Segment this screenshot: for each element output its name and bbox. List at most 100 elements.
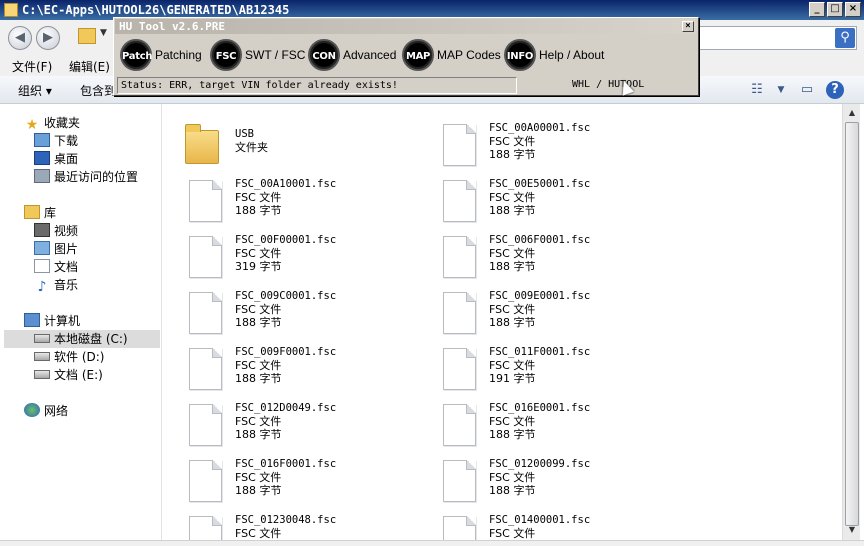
include-in-library-button[interactable]: 包含到 [80,82,116,99]
hutool-close-button[interactable]: × [682,21,694,32]
nav-drive-d[interactable]: 软件 (D:) [34,348,104,366]
nav-videos[interactable]: 视频 [34,222,78,240]
file-name: FSC_006F0001.fsc [489,234,591,246]
music-icon: ♪ [37,279,47,295]
file-size: 319 字节 [235,260,282,273]
scroll-down-icon[interactable]: ▼ [844,522,860,538]
help-icon[interactable]: ? [826,81,844,99]
file-type: FSC 文件 [489,527,536,540]
nav-pictures[interactable]: 图片 [34,240,78,258]
help-about-button[interactable]: INFO Help / About [504,38,604,72]
close-button[interactable]: × [845,2,861,17]
file-item[interactable]: FSC_01230048.fscFSC 文件188 字节 [163,512,413,540]
file-type: FSC 文件 [489,247,536,260]
address-folder-icon [78,28,96,44]
desktop-icon [34,151,50,165]
document-icon [34,259,50,273]
preview-pane-icon[interactable]: ▭ [798,81,816,99]
file-type: FSC 文件 [235,247,282,260]
nav-label: 图片 [54,242,79,256]
map-codes-button[interactable]: MAP MAP Codes [402,38,501,72]
nav-network[interactable]: 网络 [24,402,68,420]
nav-favorites[interactable]: ★ 收藏夹 [24,114,80,132]
nav-local-disk-c[interactable]: 本地磁盘 (C:) [4,330,160,348]
recent-places-icon [34,169,50,183]
hutool-titlebar: HU Tool v2.6.PRE × [115,19,697,34]
file-size: 188 字节 [235,484,282,497]
minimize-button[interactable]: _ [809,2,825,17]
file-item[interactable]: FSC_012D0049.fsc FSC 文件 188 字节 [163,400,413,452]
file-icon [443,236,476,278]
file-item[interactable]: FSC_01200099.fsc FSC 文件 188 字节 [417,456,667,508]
file-item[interactable]: FSC_00A10001.fsc FSC 文件 188 字节 [163,176,413,228]
menu-edit[interactable]: 编辑(E) [69,58,110,75]
library-icon [24,205,40,219]
drive-icon [34,334,50,343]
nav-recent[interactable]: 最近访问的位置 [34,168,138,186]
nav-music[interactable]: ♪ 音乐 [34,276,78,294]
file-size: 188 字节 [235,204,282,217]
file-name: FSC_012D0049.fsc [235,402,337,414]
file-item[interactable]: FSC_006F0001.fsc FSC 文件 188 字节 [417,232,667,284]
file-size: 191 字节 [489,372,536,385]
view-options-icon[interactable]: ☷ [748,81,766,99]
nav-documents[interactable]: 文档 [34,258,78,276]
swt-fsc-button[interactable]: FSC SWT / FSC [210,38,305,72]
nav-computer[interactable]: 计算机 [24,312,80,330]
advanced-button[interactable]: CON Advanced [308,38,396,72]
file-item[interactable]: FSC_00E50001.fsc FSC 文件 188 字节 [417,176,667,228]
navigation-pane: ★ 收藏夹 下载 桌面 最近访问的位置 库 视频 图片 文档 ♪ 音乐 计算机 本地… [0,104,162,540]
button-label: Patching [155,48,202,62]
file-item[interactable]: FSC_01400001.fscFSC 文件191 字节 [417,512,667,540]
file-type: FSC 文件 [489,135,536,148]
folder-icon [4,3,18,17]
file-item[interactable]: FSC_009F0001.fsc FSC 文件 188 字节 [163,344,413,396]
file-name: FSC_009F0001.fsc [235,346,337,358]
nav-label: 文档 (E:) [54,368,103,382]
star-icon: ★ [25,117,39,133]
file-name: FSC_009E0001.fsc [489,290,591,302]
file-item[interactable]: FSC_009E0001.fsc FSC 文件 188 字节 [417,288,667,340]
file-size: 188 字节 [235,428,282,441]
back-button[interactable]: ◀ [8,26,32,50]
organize-button[interactable]: 组织 ▾ [18,82,52,99]
menu-file[interactable]: 文件(F) [12,58,52,75]
file-item[interactable]: FSC_016F0001.fsc FSC 文件 188 字节 [163,456,413,508]
file-name: FSC_01230048.fsc [235,514,337,526]
button-label: Advanced [343,48,397,62]
forward-button[interactable]: ▶ [36,26,60,50]
scrollbar-thumb[interactable] [845,122,859,526]
nav-downloads[interactable]: 下载 [34,132,78,150]
file-item[interactable]: FSC_016E0001.fsc FSC 文件 188 字节 [417,400,667,452]
file-name: FSC_00F00001.fsc [235,234,337,246]
file-icon [189,516,222,540]
nav-libraries[interactable]: 库 [24,204,56,222]
file-type: FSC 文件 [235,191,282,204]
view-dropdown-icon[interactable]: ▼ [772,81,790,99]
maximize-button[interactable]: □ [827,2,843,17]
scroll-up-icon[interactable]: ▲ [844,105,860,121]
file-size: 188 字节 [489,204,536,217]
file-type: FSC 文件 [235,303,282,316]
search-icon[interactable]: ⚲ [835,28,855,48]
downloads-icon [34,133,50,147]
nav-label: 桌面 [54,152,79,166]
nav-desktop[interactable]: 桌面 [34,150,78,168]
folder-icon [185,124,219,164]
file-icon [443,460,476,502]
folder-item[interactable]: USB 文件夹 [163,120,413,172]
file-item[interactable]: FSC_009C0001.fsc FSC 文件 188 字节 [163,288,413,340]
patching-button[interactable]: Patch Patching [120,38,202,72]
file-item[interactable]: FSC_00F00001.fsc FSC 文件 319 字节 [163,232,413,284]
nav-drive-e[interactable]: 文档 (E:) [34,366,103,384]
file-item[interactable]: FSC_011F0001.fsc FSC 文件 191 字节 [417,344,667,396]
vertical-scrollbar[interactable]: ▲ ▼ [842,104,860,540]
nav-label: 音乐 [54,278,79,292]
file-icon [443,348,476,390]
search-input[interactable]: ⚲ [695,26,857,50]
file-item[interactable]: FSC_00A00001.fsc FSC 文件 188 字节 [417,120,667,172]
file-icon [189,292,222,334]
file-name: FSC_00A10001.fsc [235,178,337,190]
address-dropdown-icon[interactable]: ▼ [100,28,107,38]
file-size: 188 字节 [235,372,282,385]
